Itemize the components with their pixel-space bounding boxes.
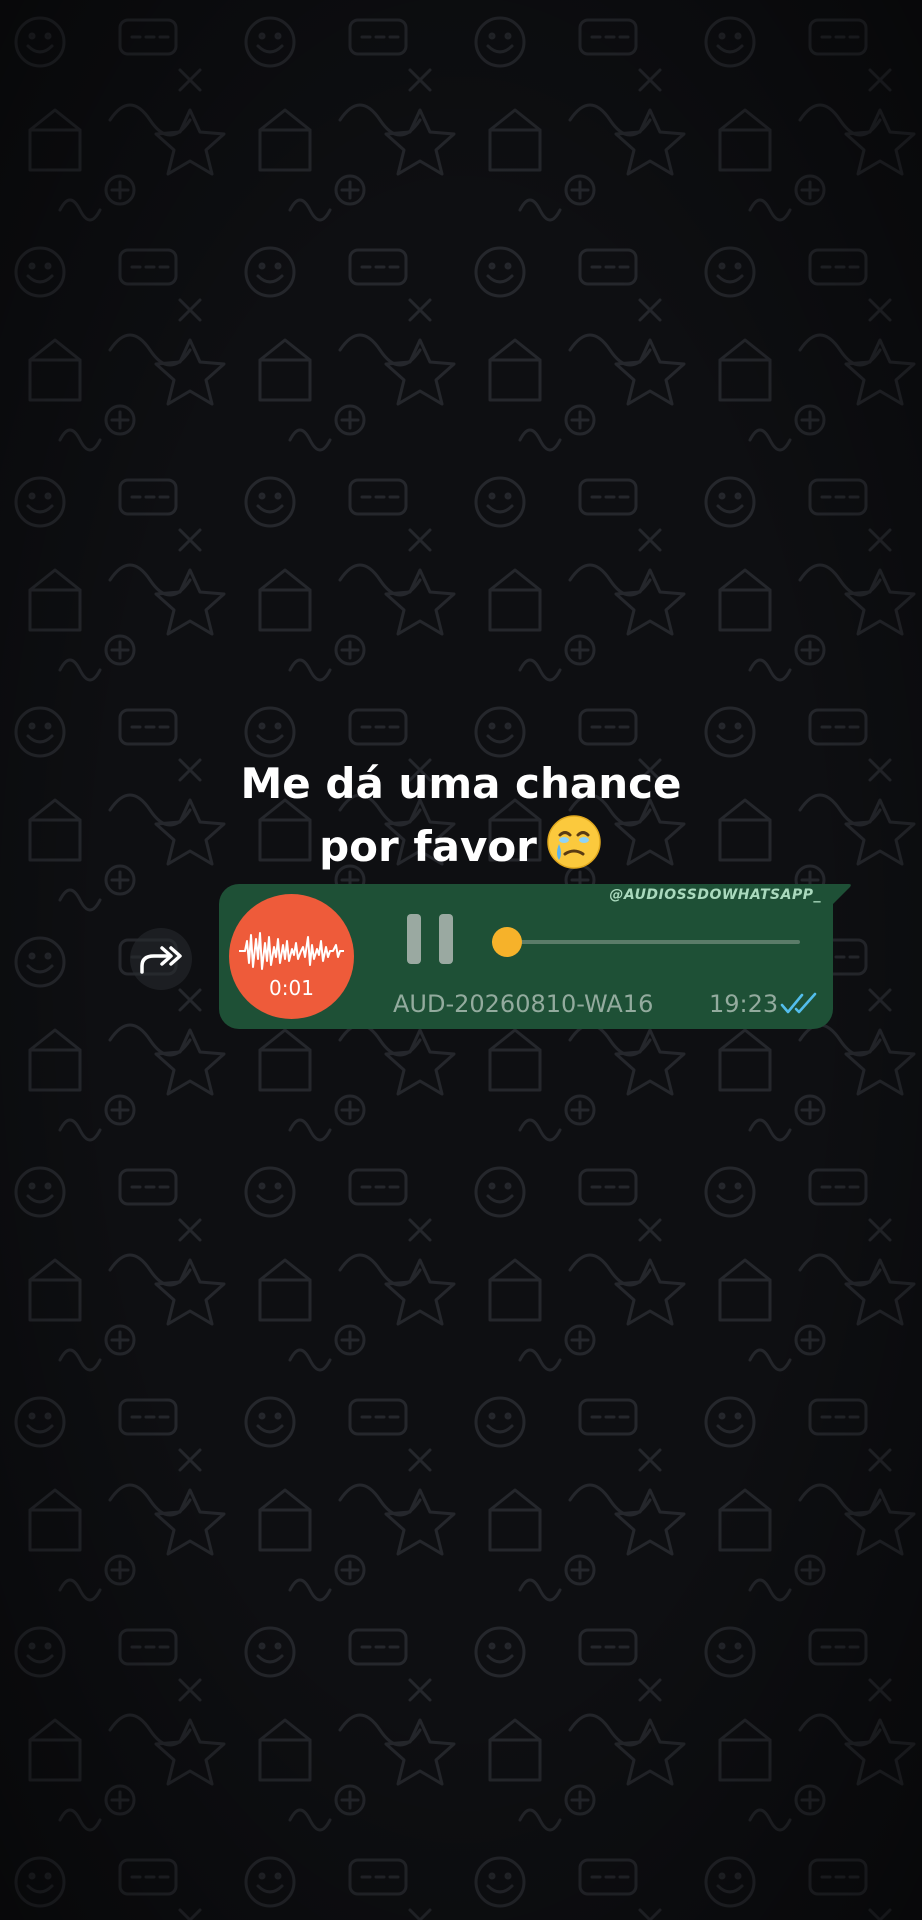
caption-line-2-text: por favor xyxy=(319,822,537,871)
caption-line-1: Me dá uma chance xyxy=(240,759,682,808)
waveform-icon xyxy=(239,932,344,970)
double-check-icon xyxy=(780,992,817,1014)
caption-line-2: por favor xyxy=(0,813,922,886)
audio-filename: AUD-20260810-WA169… xyxy=(393,990,653,1018)
forward-icon xyxy=(140,946,182,974)
pause-button[interactable] xyxy=(407,914,455,966)
voice-message-bubble[interactable]: @AUDIOSSDOWHATSAPP_ 0:01 AUD-20260810-WA… xyxy=(219,884,833,1029)
forward-button[interactable] xyxy=(130,928,192,990)
watermark-text: @AUDIOSSDOWHATSAPP_ xyxy=(609,887,821,903)
crying-face-emoji-icon xyxy=(545,813,603,886)
voice-note-avatar: 0:01 xyxy=(229,894,354,1019)
voice-note-duration: 0:01 xyxy=(269,976,314,1000)
seek-thumb[interactable] xyxy=(492,927,523,957)
message-time: 19:23 xyxy=(709,990,779,1018)
caption-text: Me dá uma chance por favor xyxy=(0,755,922,886)
playback-seek-bar[interactable] xyxy=(492,927,800,957)
